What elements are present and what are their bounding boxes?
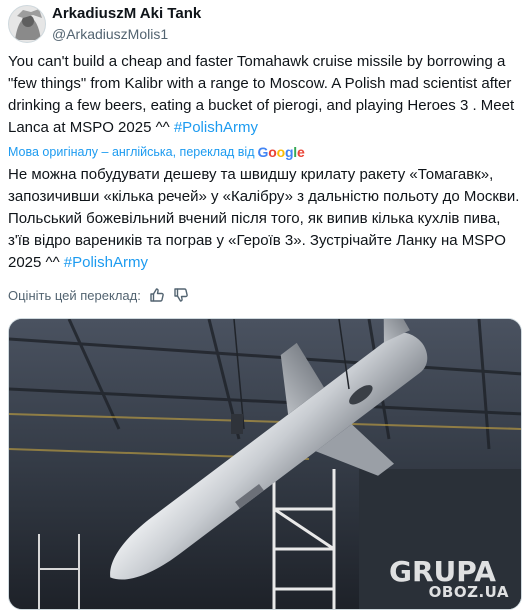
- display-name[interactable]: ArkadiuszM Aki Tank: [52, 5, 201, 23]
- hashtag-link-en[interactable]: #PolishArmy: [174, 119, 258, 136]
- tweet-header: ArkadiuszM Aki Tank @ArkadiuszMolis1: [8, 5, 522, 43]
- thumbs-down-icon[interactable]: [173, 287, 189, 303]
- tweet-text-en: You can't build a cheap and faster Tomah…: [8, 53, 515, 136]
- thumbs-up-icon[interactable]: [149, 287, 165, 303]
- hashtag-link-uk[interactable]: #PolishArmy: [64, 254, 148, 271]
- translation-note: Мова оригіналу – англійська, переклад ві…: [8, 145, 255, 159]
- author-names: ArkadiuszM Aki Tank @ArkadiuszMolis1: [52, 5, 201, 43]
- tweet-text-original: You can't build a cheap and faster Tomah…: [8, 51, 524, 139]
- avatar-icon: [9, 6, 45, 42]
- user-handle[interactable]: @ArkadiuszMolis1: [52, 25, 201, 43]
- tweet-media-image[interactable]: GRUPA OBOZ.UA: [8, 318, 522, 610]
- missile-photo: GRUPA: [9, 319, 521, 609]
- rate-translation: Оцініть цей переклад:: [8, 287, 189, 303]
- rate-label: Оцініть цей переклад:: [8, 287, 141, 303]
- avatar[interactable]: [8, 5, 46, 43]
- tweet-text-translated: Не можна побудувати дешеву та швидшу кри…: [8, 164, 524, 274]
- google-logo: Google: [257, 144, 305, 160]
- watermark: OBOZ.UA: [428, 583, 509, 601]
- translation-notice[interactable]: Мова оригіналу – англійська, переклад ві…: [8, 144, 305, 160]
